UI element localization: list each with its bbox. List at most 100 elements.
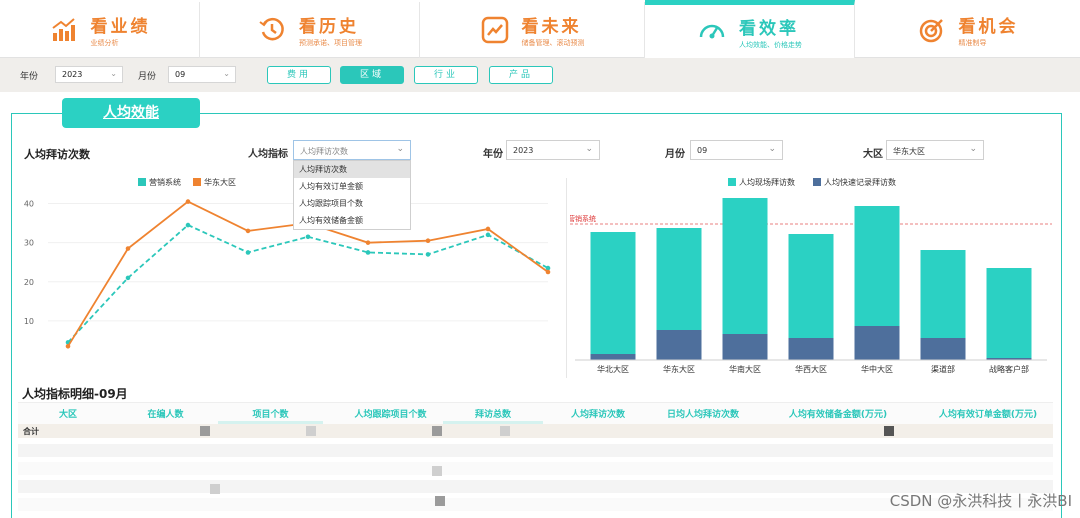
data-point — [365, 240, 371, 245]
nav-future[interactable]: 看未来 储备管理、滚动预测 — [420, 2, 645, 58]
chart-year-label: 年份 — [483, 149, 503, 160]
nav-efficiency[interactable]: 看效率 人均效能、价格走势 — [645, 0, 855, 58]
data-point — [365, 250, 371, 255]
year-select[interactable]: 2023 ⌄ — [55, 66, 123, 83]
column-header-text: 人均有效储备金额(万元) — [788, 410, 888, 420]
year-value: 2023 — [62, 70, 83, 79]
redacted-cell — [432, 426, 442, 436]
chevron-down-icon: ⌄ — [585, 144, 593, 154]
tab-product[interactable]: 产品 — [489, 66, 553, 84]
table-row — [18, 462, 1053, 475]
bar-chart-svg: 人均现场拜访数 人均快速记录拜访数营销系统华北大区 华东大区 华南大区 华西大区 华中大区… — [568, 177, 1052, 374]
metric-option[interactable]: 人均有效储备金额 — [294, 212, 410, 229]
filter-bar: 年份 2023 ⌄ 月份 09 ⌄ 费用 区域 行业 产品 — [0, 58, 1080, 92]
metric-option[interactable]: 人均跟踪项目个数 — [294, 195, 410, 212]
nav-title: 看未来 — [521, 17, 582, 37]
bar-segment — [656, 228, 702, 330]
column-header-text: 人均有效订单金额(万元) — [938, 410, 1038, 420]
nav-opportunity[interactable]: 看机会 精准制导 — [855, 2, 1080, 58]
column-header[interactable]: 项目个数 — [218, 407, 323, 425]
nav-subtitle: 储备管理、滚动预测 — [521, 39, 585, 47]
column-header[interactable]: 大区 — [23, 407, 113, 420]
column-header[interactable]: 人均有效订单金额(万元) — [913, 407, 1063, 420]
nav-subtitle: 预测承诺、项目管理 — [299, 39, 362, 47]
bar-segment — [920, 250, 966, 338]
redacted-cell — [500, 426, 510, 436]
data-point — [425, 252, 431, 257]
metric-option[interactable]: 人均有效订单金额 — [294, 178, 410, 195]
data-point — [245, 228, 251, 234]
redacted-cell — [432, 466, 442, 476]
category-label: 战略客户部 — [989, 364, 1029, 374]
month-select[interactable]: 09 ⌄ — [168, 66, 236, 83]
data-point — [125, 246, 131, 251]
table-title: 人均指标明细-09月 — [22, 387, 128, 401]
category-label: 华中大区 — [861, 364, 893, 374]
metric-dropdown-list: 人均拜访次数 人均有效订单金额 人均跟踪项目个数 人均有效储备金额 — [293, 160, 411, 230]
column-header-text: 拜访总数 — [474, 410, 511, 420]
region-label: 大区 — [863, 149, 883, 160]
column-header[interactable]: 人均拜访次数 — [548, 407, 648, 420]
data-point — [545, 269, 551, 275]
y-tick-label: 30 — [24, 239, 34, 248]
bar-segment — [788, 338, 834, 360]
bar-chart-icon — [49, 15, 79, 45]
gauge-icon — [697, 17, 727, 47]
chart-title: 人均拜访次数 — [24, 148, 90, 161]
reference-line-label: 营销系统 — [570, 214, 596, 223]
tab-expense[interactable]: 费用 — [267, 66, 331, 84]
nav-performance[interactable]: 看业绩 业绩分析 — [0, 2, 200, 58]
bar-segment — [590, 232, 636, 354]
metric-placeholder: 人均拜访次数 — [300, 147, 348, 156]
column-header[interactable]: 人均跟踪项目个数 — [328, 407, 453, 420]
bar-chart: 人均现场拜访数 人均快速记录拜访数 营销系统 华北大区 华东大区 华南大区 华西大区 华中大区… — [568, 172, 1052, 382]
tab-industry[interactable]: 行业 — [414, 66, 478, 84]
data-point — [245, 250, 251, 255]
line-chart: 营销系统 华东大区 10 20 30 40 — [18, 172, 566, 382]
column-header[interactable]: 在编人数 — [118, 407, 213, 420]
bar-segment — [722, 198, 768, 334]
column-header[interactable]: 拜访总数 — [443, 407, 543, 425]
chevron-down-icon: ⌄ — [969, 144, 977, 154]
column-header[interactable]: 人均有效储备金额(万元) — [763, 407, 913, 420]
trend-line-icon — [480, 15, 510, 45]
region-select[interactable]: 华东大区 ⌄ — [886, 140, 984, 160]
table-row — [18, 444, 1053, 457]
redacted-cell — [435, 496, 445, 506]
chart-month-select[interactable]: 09 ⌄ — [690, 140, 783, 160]
chart-year-value: 2023 — [513, 146, 534, 155]
y-tick-label: 10 — [24, 317, 34, 326]
redacted-cell — [306, 426, 316, 436]
bar-segment — [722, 334, 768, 360]
metric-select[interactable]: 人均拜访次数 ⌄ — [293, 140, 411, 160]
metric-option[interactable]: 人均拜访次数 — [294, 161, 410, 178]
chart-year-select[interactable]: 2023 ⌄ — [506, 140, 600, 160]
nav-title: 看历史 — [299, 17, 359, 37]
bar-segment — [788, 234, 834, 338]
chart-month-value: 09 — [697, 146, 708, 155]
bar-segment — [656, 330, 702, 360]
data-point — [545, 265, 551, 271]
history-clock-icon — [257, 15, 287, 45]
legend-label: 人均快速记录拜访数 — [824, 177, 896, 187]
redacted-cell — [884, 426, 894, 436]
column-header-text: 人均拜访次数 — [570, 410, 625, 420]
bar-segment — [590, 354, 636, 360]
data-point — [485, 226, 491, 232]
chevron-down-icon: ⌄ — [768, 144, 776, 154]
column-header-text: 在编人数 — [147, 410, 184, 420]
line-chart-svg: 营销系统 华东大区 10 20 30 40 — [24, 177, 551, 349]
legend-swatch — [728, 178, 736, 186]
tab-region[interactable]: 区域 — [340, 66, 404, 84]
nav-history[interactable]: 看历史 预测承诺、项目管理 — [200, 2, 420, 58]
chevron-down-icon: ⌄ — [396, 144, 404, 154]
metric-label: 人均指标 — [248, 149, 288, 160]
bar-segment — [920, 338, 966, 360]
nav-subtitle: 精准制导 — [958, 39, 987, 47]
data-point — [65, 344, 71, 349]
nav-subtitle: 业绩分析 — [90, 39, 119, 47]
column-header[interactable]: 日均人均拜访次数 — [638, 407, 768, 420]
legend-label: 华东大区 — [204, 177, 236, 187]
column-header-text: 人均跟踪项目个数 — [354, 410, 427, 420]
table-header: 大区 在编人数 项目个数 人均跟踪项目个数 拜访总数 人均拜访次数 日均人均拜访… — [18, 402, 1053, 425]
